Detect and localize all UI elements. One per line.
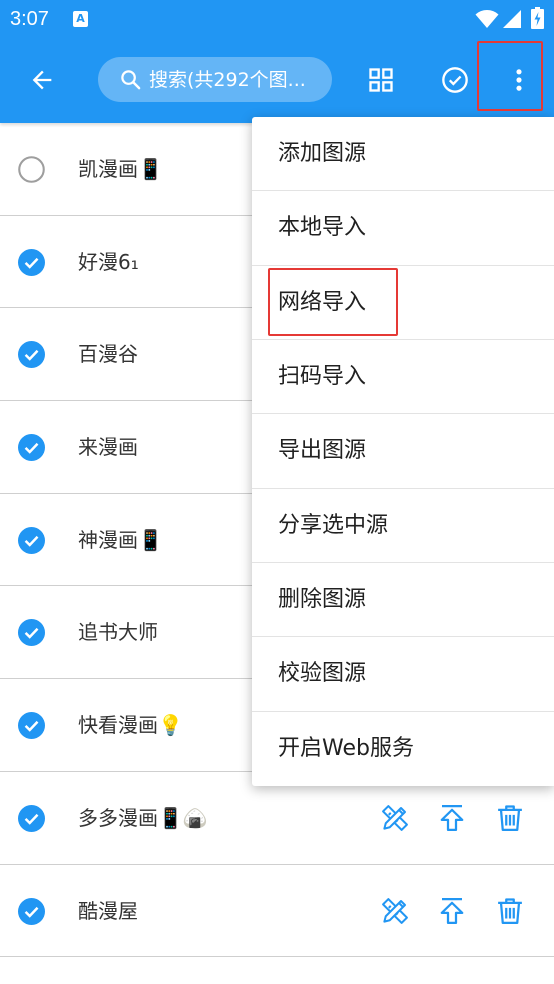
menu-item-add-source[interactable]: 添加图源 [252, 117, 554, 192]
delete-icon[interactable] [495, 803, 525, 833]
edit-icon[interactable] [380, 803, 410, 833]
checked-circle-icon[interactable] [18, 248, 45, 276]
menu-item-scan-import[interactable]: 扫码导入 [252, 340, 554, 415]
search-icon [121, 70, 141, 90]
delete-icon[interactable] [495, 896, 525, 926]
checked-circle-icon[interactable] [18, 712, 45, 740]
menu-item-delete-sources[interactable]: 删除图源 [252, 563, 554, 638]
checked-circle-icon[interactable] [18, 434, 45, 462]
status-time: 3:07 [10, 8, 49, 30]
check-circle-icon[interactable] [441, 66, 469, 94]
app-bar [0, 38, 554, 123]
upload-icon[interactable] [437, 896, 467, 926]
unchecked-circle-icon[interactable] [18, 156, 45, 183]
arrow-back-icon[interactable] [28, 66, 56, 94]
menu-item-export-sources[interactable]: 导出图源 [252, 414, 554, 489]
highlight-box-network-import [268, 268, 398, 336]
source-name: 凯漫画📱 [78, 157, 163, 181]
menu-item-web-service[interactable]: 开启Web服务 [252, 712, 554, 786]
source-name: 多多漫画📱🍙 [78, 805, 208, 830]
checked-circle-icon[interactable] [18, 804, 45, 832]
source-name: 来漫画 [78, 435, 138, 460]
menu-item-local-import[interactable]: 本地导入 [252, 191, 554, 266]
checked-circle-icon[interactable] [18, 526, 45, 554]
upload-icon[interactable] [437, 803, 467, 833]
source-name: 快看漫画💡 [78, 713, 183, 738]
search-bar[interactable] [98, 57, 332, 102]
source-name: 好漫6₁ [78, 249, 139, 274]
wifi-icon [475, 10, 499, 28]
highlight-box-more-button [477, 41, 543, 111]
checked-circle-icon[interactable] [18, 341, 45, 369]
grid-view-icon[interactable] [367, 66, 395, 94]
status-bar: 3:07 A [0, 0, 554, 38]
source-name: 追书大师 [78, 620, 158, 645]
battery-charging-icon [531, 7, 544, 29]
notification-icon: A [73, 11, 88, 27]
edit-icon[interactable] [380, 896, 410, 926]
checked-circle-icon[interactable] [18, 897, 45, 925]
menu-item-verify-sources[interactable]: 校验图源 [252, 637, 554, 712]
source-name: 酷漫屋 [78, 898, 138, 923]
signal-icon [503, 10, 521, 28]
source-name: 百漫谷 [78, 342, 138, 367]
overflow-menu: 添加图源 本地导入 网络导入 扫码导入 导出图源 分享选中源 删除图源 校验图源… [252, 117, 554, 786]
search-input[interactable] [149, 57, 327, 102]
checked-circle-icon[interactable] [18, 619, 45, 647]
source-name: 神漫画📱 [78, 527, 163, 552]
menu-item-share-selected[interactable]: 分享选中源 [252, 489, 554, 563]
list-item[interactable]: 酷漫屋 [0, 865, 554, 958]
